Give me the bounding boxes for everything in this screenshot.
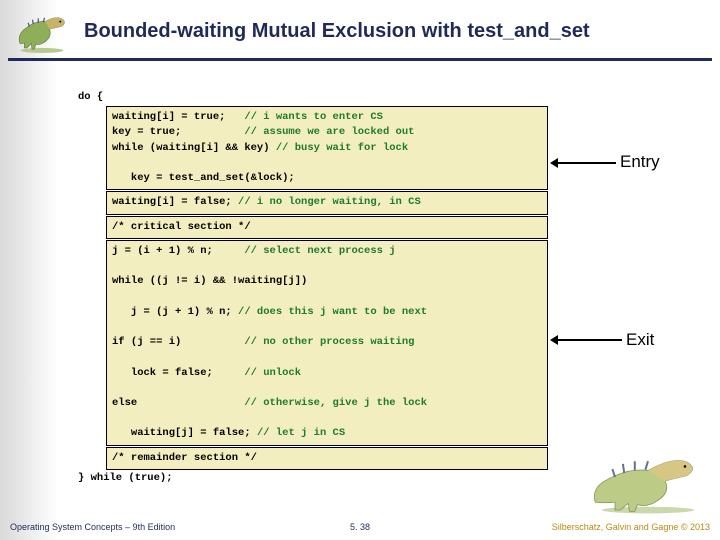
footer-left: Operating System Concepts – 9th Edition [10,522,175,532]
entry-section-box: waiting[i] = true; // i wants to enter C… [106,106,548,190]
footer-copyright: Silberschatz, Galvin and Gagne © 2013 [552,522,710,532]
exit-section-box: j = (i + 1) % n; // select next process … [106,240,548,446]
critical-section-code: /* critical section */ [112,220,542,235]
post-entry-code: waiting[i] = false; // i no longer waiti… [112,195,542,210]
post-entry-box: waiting[i] = false; // i no longer waiti… [106,191,548,214]
footer-page-number: 5. 38 [350,522,370,532]
exit-arrow-icon [552,339,622,341]
slide-footer: Operating System Concepts – 9th Edition … [0,522,720,532]
entry-arrow-icon [552,162,616,164]
exit-code: j = (i + 1) % n; // select next process … [112,244,542,442]
dino-right-icon [588,448,708,514]
remainder-section-box: /* remainder section */ [106,447,548,470]
code-do-line: do { [78,90,548,105]
title-divider [8,58,712,61]
code-area: do { waiting[i] = true; // i wants to en… [78,90,548,486]
code-while-line: } while (true); [78,471,548,486]
remainder-code: /* remainder section */ [112,451,542,466]
slide-header: Bounded-waiting Mutual Exclusion with te… [0,0,720,56]
dino-left-icon [10,9,74,53]
critical-section-box: /* critical section */ [106,216,548,239]
slide-title: Bounded-waiting Mutual Exclusion with te… [84,20,590,43]
entry-label: Entry [620,152,660,172]
entry-code: waiting[i] = true; // i wants to enter C… [112,110,542,186]
exit-label: Exit [626,330,654,350]
